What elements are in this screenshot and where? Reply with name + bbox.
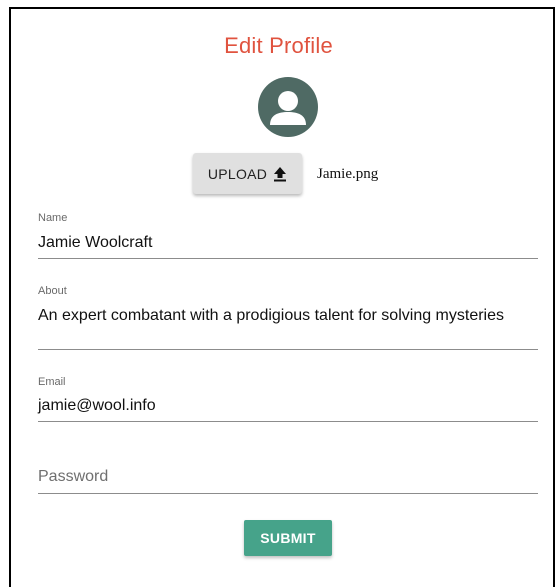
avatar — [258, 77, 318, 137]
email-input[interactable]: jamie@wool.info — [38, 397, 156, 415]
upload-button[interactable]: UPLOAD — [193, 153, 302, 194]
upload-arrow-icon — [273, 166, 287, 182]
person-icon — [270, 91, 306, 125]
page-title: Edit Profile — [224, 33, 333, 58]
submit-button[interactable]: SUBMIT — [244, 520, 332, 556]
uploaded-filename: Jamie.png — [317, 166, 379, 182]
name-input[interactable]: Jamie Woolcraft — [38, 234, 152, 252]
name-field[interactable]: Name Jamie Woolcraft — [38, 210, 538, 259]
email-label: Email — [38, 376, 66, 388]
email-field[interactable]: Email jamie@wool.info — [38, 374, 538, 422]
password-field[interactable]: Password — [38, 466, 538, 494]
password-input[interactable]: Password — [38, 468, 108, 486]
about-field[interactable]: About An expert combatant with a prodigi… — [38, 283, 538, 350]
about-input[interactable]: An expert combatant with a prodigious ta… — [38, 307, 504, 325]
about-label: About — [38, 285, 67, 297]
upload-button-label: UPLOAD — [207, 165, 268, 182]
name-label: Name — [38, 212, 68, 224]
